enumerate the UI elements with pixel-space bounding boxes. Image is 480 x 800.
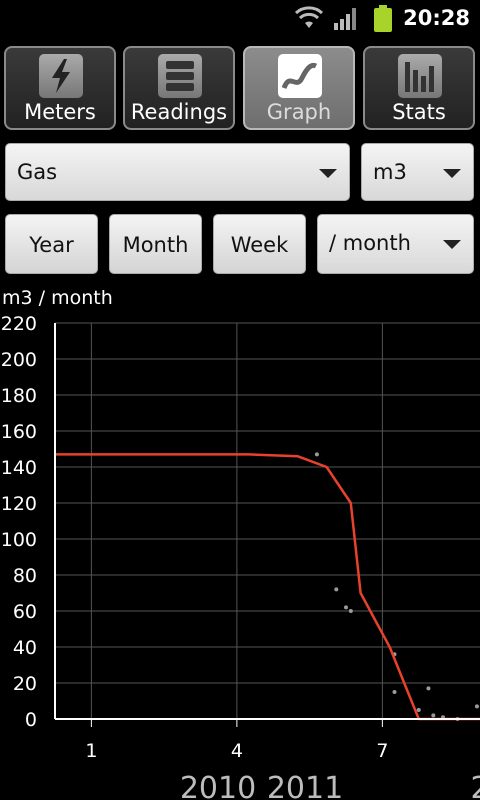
tab-label: Readings	[130, 100, 228, 124]
chart-y-axis-label: m3 / month	[2, 287, 113, 309]
data-point	[426, 686, 431, 691]
data-point	[314, 452, 319, 457]
y-tick-label: 100	[1, 529, 37, 551]
data-point	[334, 587, 339, 592]
bar-chart-icon	[398, 54, 442, 98]
data-point	[416, 708, 421, 712]
consumption-chart[interactable]: 020406080100120140160180200220 147101471…	[0, 312, 480, 800]
chart-trend-line	[55, 453, 480, 721]
chart-year-labels: 2010 2011 2	[180, 771, 480, 800]
unit-select-value: m3	[373, 160, 407, 184]
tab-stats[interactable]: Stats	[363, 46, 475, 130]
chart-y-ticks: 0 20 40 60 80 100 120 140 160 180 200 220	[1, 313, 37, 731]
signal-icon	[334, 8, 356, 30]
tab-graph[interactable]: Graph	[243, 46, 355, 130]
y-tick-label: 120	[1, 493, 37, 515]
week-button[interactable]: Week	[213, 214, 306, 274]
y-tick-label: 40	[13, 637, 37, 659]
wifi-icon	[294, 6, 324, 28]
data-point	[392, 690, 397, 694]
y-tick-label: 140	[1, 457, 37, 479]
y-tick-label: 220	[1, 313, 37, 335]
tab-meters[interactable]: Meters	[4, 46, 116, 130]
graph-icon	[278, 54, 322, 98]
status-time: 20:28	[403, 6, 470, 30]
year-label: 2	[470, 771, 480, 800]
y-tick-label: 0	[25, 709, 37, 731]
tab-bar: Meters Readings Graph Stats	[0, 46, 480, 132]
year-button[interactable]: Year	[5, 214, 98, 274]
tab-label: Stats	[392, 100, 446, 124]
y-tick-label: 200	[1, 349, 37, 371]
chevron-down-icon	[443, 169, 461, 178]
tab-readings[interactable]: Readings	[123, 46, 235, 130]
tab-label: Graph	[266, 100, 332, 124]
unit-select[interactable]: m3	[361, 143, 474, 201]
x-tick-label: 4	[231, 740, 243, 762]
y-tick-label: 160	[1, 421, 37, 443]
period-select[interactable]: / month	[317, 214, 474, 274]
chart-data-points	[314, 452, 479, 721]
chevron-down-icon	[319, 169, 337, 178]
status-bar: 20:28	[0, 0, 480, 38]
meter-select-value: Gas	[17, 160, 58, 184]
data-point	[474, 704, 479, 709]
y-tick-label: 180	[1, 385, 37, 407]
data-point	[431, 713, 436, 718]
meter-icon	[39, 54, 83, 98]
period-select-value: / month	[329, 231, 411, 255]
data-point	[348, 609, 353, 613]
trend-line	[55, 453, 480, 721]
year-label: 2010	[180, 771, 256, 800]
chart-grid	[55, 322, 480, 727]
y-tick-label: 60	[13, 601, 37, 623]
y-tick-label: 20	[13, 673, 37, 695]
month-button[interactable]: Month	[109, 214, 202, 274]
y-tick-label: 80	[13, 565, 37, 587]
chevron-down-icon	[443, 240, 461, 249]
tab-label: Meters	[24, 100, 96, 124]
data-point	[344, 605, 348, 610]
readings-list-icon	[158, 54, 202, 98]
battery-icon	[374, 5, 392, 32]
meter-select[interactable]: Gas	[5, 143, 350, 201]
x-tick-label: 1	[85, 740, 97, 762]
chart-x-ticks: 14710147101	[85, 740, 388, 762]
x-tick-label: 7	[376, 740, 388, 762]
year-label: 2011	[267, 771, 343, 800]
